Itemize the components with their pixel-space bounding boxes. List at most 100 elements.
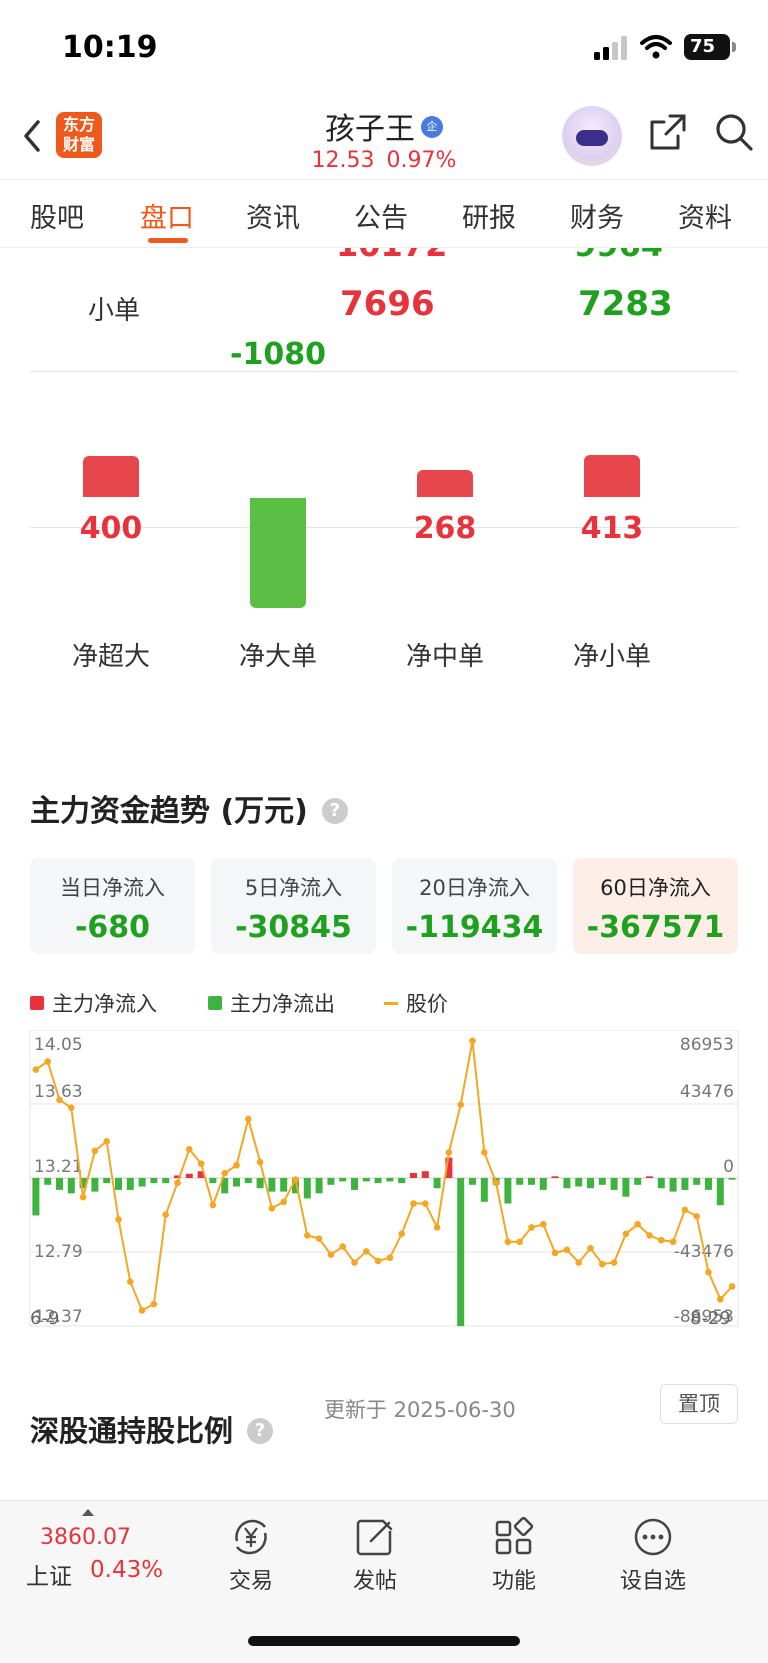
tab-news[interactable]: 资讯 <box>246 196 300 235</box>
outflow-bar <box>539 1178 547 1190</box>
outflow-bar <box>681 1178 689 1190</box>
price-point <box>410 1200 417 1207</box>
yen-exchange-icon <box>235 1519 267 1555</box>
net-flow-bar <box>584 454 640 497</box>
price-point <box>339 1243 347 1250</box>
price-point <box>634 1220 641 1228</box>
tab-announcements[interactable]: 公告 <box>354 196 408 235</box>
pin-button[interactable]: 置顶 <box>660 1384 738 1424</box>
net-flow-bar <box>417 469 473 497</box>
chart-legend: 主力净流入 主力净流出 股价 <box>30 988 738 1018</box>
right-axis-tick: 0 <box>723 1157 734 1177</box>
tab-profile[interactable]: 资料 <box>678 196 732 235</box>
tab-bar: 股吧 盘口 资讯 公告 研报 财务 资料 <box>0 182 768 248</box>
enterprise-badge-icon: 企 <box>421 115 443 138</box>
net-flow-value: 400 <box>79 511 143 546</box>
card-5day[interactable]: 5日净流入 -30845 <box>211 858 376 954</box>
help-icon[interactable]: ? <box>247 1418 274 1444</box>
index-name[interactable]: 上证 <box>26 1557 72 1591</box>
help-icon[interactable]: ? <box>321 797 348 824</box>
mid-order-sell: 9964 <box>574 248 663 264</box>
trend-title: 主力资金趋势 (万元)? <box>30 786 348 830</box>
outflow-bar <box>91 1178 99 1192</box>
outflow-bar <box>716 1178 724 1206</box>
price-point <box>256 1158 264 1166</box>
legend-outflow: 主力净流出 <box>208 988 335 1018</box>
price-point <box>68 1104 75 1112</box>
net-flow-bar <box>83 456 139 497</box>
outflow-bar <box>315 1178 323 1194</box>
expand-up-icon[interactable] <box>82 1509 94 1516</box>
holdings-update: 更新于 2025-06-30 <box>324 1398 516 1422</box>
outflow-bar <box>528 1178 535 1185</box>
ai-assistant-avatar[interactable] <box>562 106 622 166</box>
tab-pankou[interactable]: 盘口 <box>140 196 194 235</box>
index-value[interactable]: 3860.07 <box>40 1525 131 1550</box>
price-point <box>174 1179 181 1187</box>
outflow-swatch-icon <box>208 996 222 1010</box>
wifi-icon <box>640 35 672 59</box>
cellular-signal-icon <box>594 36 627 60</box>
price-point <box>422 1200 429 1207</box>
price-point <box>693 1212 700 1220</box>
status-bar: 10:19 75 <box>0 0 768 98</box>
net-flow-category: 净中单 <box>405 642 484 672</box>
outflow-bar <box>67 1178 75 1194</box>
price-point <box>469 1037 476 1045</box>
tab-guba[interactable]: 股吧 <box>30 196 84 235</box>
card-20day[interactable]: 20日净流入 -119434 <box>392 858 557 954</box>
outflow-bar <box>32 1178 40 1216</box>
outflow-bar <box>327 1178 335 1185</box>
net-flow-bar <box>250 498 306 608</box>
price-point <box>646 1232 653 1239</box>
outflow-bar <box>126 1178 134 1190</box>
battery-icon: 75 <box>684 34 736 60</box>
outflow-bar <box>362 1178 370 1182</box>
nav-add-watchlist[interactable]: 设自选 <box>598 1517 708 1595</box>
price-point <box>186 1145 193 1153</box>
price-point <box>44 1058 51 1065</box>
outflow-bar <box>150 1178 158 1184</box>
tab-finance[interactable]: 财务 <box>570 196 624 235</box>
price-point <box>481 1149 488 1156</box>
tab-research[interactable]: 研报 <box>462 196 516 235</box>
index-change[interactable]: 0.43% <box>90 1557 163 1583</box>
price-point <box>162 1211 169 1218</box>
home-indicator <box>248 1636 520 1646</box>
small-order-label: 小单 <box>88 296 141 326</box>
price-point <box>245 1115 252 1123</box>
price-point <box>363 1248 370 1255</box>
card-60day[interactable]: 60日净流入 -367571 <box>573 858 738 954</box>
net-flow-category: 净小单 <box>572 642 651 672</box>
share-icon[interactable] <box>648 112 688 152</box>
nav-label: 发帖 <box>352 1569 397 1594</box>
nav-trade[interactable]: 交易 <box>196 1517 306 1595</box>
outflow-bar <box>103 1178 111 1184</box>
outflow-bar <box>669 1178 677 1192</box>
stock-name: 孩子王 <box>325 112 415 147</box>
outflow-bar <box>587 1178 594 1189</box>
price-point <box>681 1206 689 1214</box>
outflow-bar <box>575 1178 583 1187</box>
price-point <box>103 1138 110 1145</box>
outflow-bar <box>634 1178 642 1185</box>
search-icon[interactable] <box>714 112 754 152</box>
price-point <box>516 1238 523 1246</box>
price-point <box>622 1230 630 1238</box>
nav-post[interactable]: 发帖 <box>320 1517 430 1595</box>
outflow-bar <box>386 1178 394 1182</box>
legend-inflow: 主力净流入 <box>30 988 157 1018</box>
price-point <box>127 1278 134 1285</box>
nav-label: 功能 <box>491 1569 536 1594</box>
left-axis-tick: 12.79 <box>34 1242 83 1262</box>
card-today[interactable]: 当日净流入 -680 <box>30 858 195 954</box>
scroll-content[interactable]: 10172 9964 小单 7696 7283 400 净超大 -1080 净大单 26… <box>0 248 768 1500</box>
price-point <box>551 1249 559 1257</box>
fund-trend-chart[interactable]: 14.0513.6313.2112.7912.3786953434760-434… <box>0 1030 768 1330</box>
nav-functions[interactable]: 功能 <box>459 1517 569 1595</box>
price-point <box>91 1147 99 1155</box>
net-flow-value: 268 <box>413 511 477 546</box>
outflow-bar <box>516 1178 524 1185</box>
outflow-bar <box>480 1178 488 1202</box>
nav-label: 交易 <box>228 1569 273 1594</box>
